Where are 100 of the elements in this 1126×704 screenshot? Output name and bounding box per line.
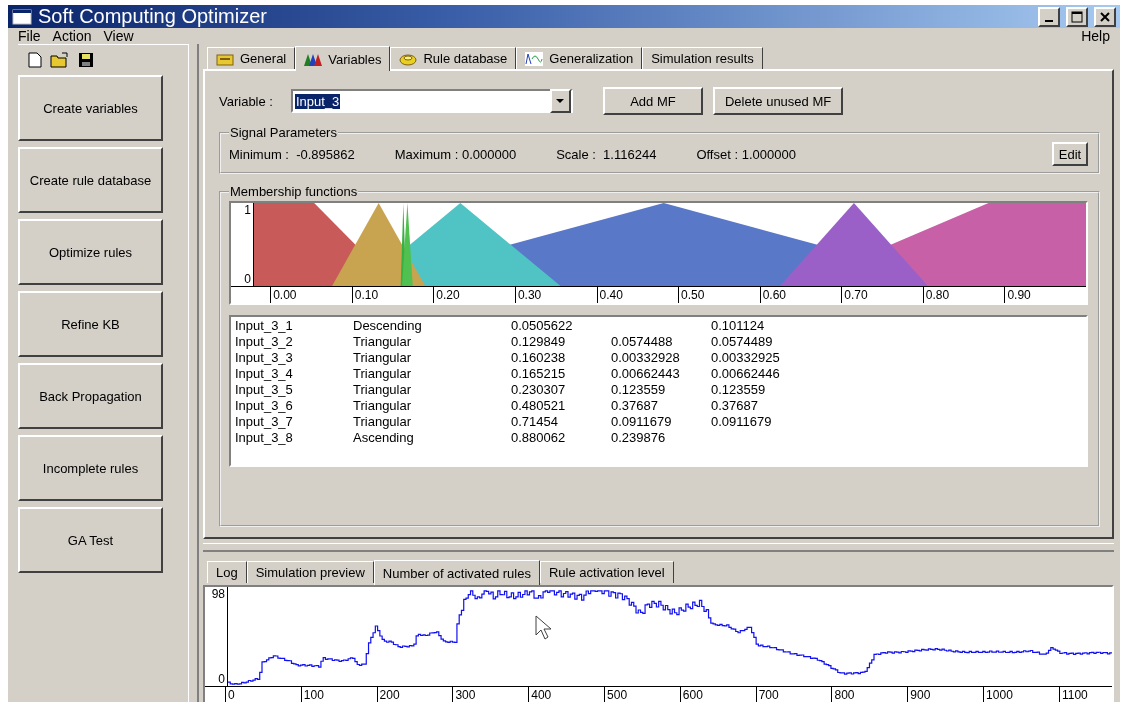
menu-item[interactable]: View bbox=[97, 28, 140, 44]
list-cell-text: Input_3_6 bbox=[235, 398, 294, 414]
list-cell-text: 0.0911679 bbox=[711, 414, 773, 430]
axis-label: 800 bbox=[831, 687, 855, 702]
parameter-text: Minimum : -0.895862 bbox=[229, 146, 355, 162]
maximize-icon bbox=[1071, 10, 1083, 23]
maximize-button[interactable] bbox=[1066, 6, 1088, 27]
mf-button[interactable]: Delete unused MF bbox=[712, 87, 844, 115]
axis-label: 98 bbox=[211, 587, 225, 601]
list-cell-text: Triangular bbox=[353, 350, 413, 366]
save-icon[interactable] bbox=[78, 52, 94, 68]
variable-label: Variable : bbox=[219, 93, 273, 109]
list-cell-text: 0.129849 bbox=[511, 334, 567, 350]
list-cell-text: 0.123559 bbox=[711, 382, 767, 398]
parameter-text: Scale : 1.116244 bbox=[556, 146, 657, 162]
menu-item[interactable]: File bbox=[12, 28, 47, 44]
axis-label: 200 bbox=[376, 687, 400, 702]
axis-label: 0.20 bbox=[433, 287, 460, 304]
list-cell-text: 0.37687 bbox=[711, 398, 759, 414]
list-cell-text: 0.239876 bbox=[611, 430, 667, 446]
list-cell-text: 0.123559 bbox=[611, 382, 667, 398]
list-cell-text: Input_3_4 bbox=[235, 366, 294, 382]
list-cell-text: Triangular bbox=[353, 366, 413, 382]
triangles-icon bbox=[304, 52, 323, 66]
axis-label: 0 bbox=[244, 272, 251, 287]
window-title: Soft Computing Optimizer bbox=[38, 5, 267, 28]
caret-icon bbox=[556, 98, 565, 104]
list-cell-text: 0.0505622 bbox=[511, 318, 574, 334]
axis-label: 600 bbox=[679, 687, 703, 702]
close-button[interactable] bbox=[1094, 6, 1116, 27]
splitter-bar[interactable] bbox=[188, 44, 199, 702]
list-cell-text: Input_3_1 bbox=[235, 318, 294, 334]
action-button[interactable]: Create rule database bbox=[18, 147, 163, 213]
list-cell-text: Input_3_8 bbox=[235, 430, 294, 446]
axis-label: 0.70 bbox=[841, 287, 868, 304]
axis-label: 0.60 bbox=[759, 287, 786, 304]
folder-icon bbox=[216, 51, 234, 66]
axis-label: 0.80 bbox=[922, 287, 950, 304]
list-cell-text: 0.00662446 bbox=[711, 366, 781, 382]
list-cell-text: 0.160238 bbox=[511, 350, 567, 366]
tab[interactable]: Number of activated rules bbox=[373, 560, 540, 585]
action-button[interactable]: GA Test bbox=[18, 507, 163, 573]
mf-button[interactable]: Add MF bbox=[602, 87, 703, 115]
close-icon bbox=[1100, 11, 1110, 22]
open-folder-icon[interactable] bbox=[50, 52, 70, 68]
group-title: Signal Parameters bbox=[229, 125, 338, 140]
list-cell-text: 0.101124 bbox=[711, 318, 766, 334]
axis-label: 1100 bbox=[1058, 687, 1088, 702]
tab[interactable]: Log bbox=[207, 561, 247, 583]
group-title: Membership functions bbox=[229, 184, 359, 199]
tab[interactable]: Rule database bbox=[390, 47, 517, 69]
axis-label: 0 bbox=[218, 672, 225, 686]
tab[interactable]: Simulation results bbox=[642, 47, 763, 69]
axis-label: 1 bbox=[244, 203, 251, 217]
menu-item[interactable]: Help bbox=[1075, 28, 1116, 44]
list-cell-text: 0.00332925 bbox=[711, 350, 781, 366]
axis-label: 500 bbox=[604, 687, 628, 702]
axis-label: 0.90 bbox=[1004, 287, 1031, 304]
minimize-icon bbox=[1045, 19, 1053, 22]
list-cell-text: 0.230307 bbox=[511, 382, 567, 398]
action-button[interactable]: Incomplete rules bbox=[18, 435, 163, 501]
list-cell-text: 0.880062 bbox=[511, 430, 567, 446]
edit-button[interactable]: Edit bbox=[1052, 142, 1088, 166]
list-cell-text: 0.165215 bbox=[511, 366, 567, 382]
disc-icon bbox=[399, 51, 418, 66]
action-button[interactable]: Refine KB bbox=[18, 291, 163, 357]
window-icon bbox=[12, 8, 32, 25]
list-cell-text: 0.0574488 bbox=[611, 334, 674, 350]
axis-label: 700 bbox=[755, 687, 779, 702]
tab[interactable]: General bbox=[207, 47, 296, 69]
action-button[interactable]: Optimize rules bbox=[18, 219, 163, 285]
list-cell-text: 0.00332928 bbox=[611, 350, 681, 366]
list-cell-text: Triangular bbox=[353, 382, 413, 398]
tab[interactable]: Rule activation level bbox=[539, 561, 674, 583]
list-cell-text: 0.00662443 bbox=[611, 366, 681, 382]
list-cell-text: Input_3_5 bbox=[235, 382, 294, 398]
axis-label: 0.00 bbox=[270, 287, 297, 304]
minimize-button[interactable] bbox=[1038, 6, 1060, 27]
tab[interactable]: Simulation preview bbox=[246, 561, 374, 583]
list-cell-text: Ascending bbox=[353, 430, 415, 446]
axis-label: 100 bbox=[300, 687, 324, 702]
parameter-text: Offset : 1.000000 bbox=[696, 146, 796, 162]
action-button[interactable]: Back Propagation bbox=[18, 363, 163, 429]
list-cell-text: 0.0911679 bbox=[611, 414, 673, 430]
variable-dropdown[interactable]: Input_3 bbox=[290, 89, 573, 113]
axis-label: 900 bbox=[907, 687, 931, 702]
axis-label: 0.50 bbox=[678, 287, 705, 304]
list-cell-text: Input_3_7 bbox=[235, 414, 294, 430]
list-cell-text: Triangular bbox=[353, 334, 413, 350]
tab[interactable]: Variables bbox=[295, 46, 391, 71]
list-cell-text: Triangular bbox=[353, 398, 413, 414]
new-file-icon[interactable] bbox=[28, 52, 42, 68]
axis-label: 0.40 bbox=[596, 287, 623, 304]
action-button[interactable]: Create variables bbox=[18, 75, 163, 141]
list-cell-text: Triangular bbox=[353, 414, 413, 430]
menu-item[interactable]: Action bbox=[46, 28, 98, 44]
axis-label: 300 bbox=[452, 687, 476, 702]
list-cell-text: 0.71454 bbox=[511, 414, 559, 430]
list-cell-text: 0.0574489 bbox=[711, 334, 774, 350]
tab[interactable]: Generalization bbox=[516, 47, 643, 69]
